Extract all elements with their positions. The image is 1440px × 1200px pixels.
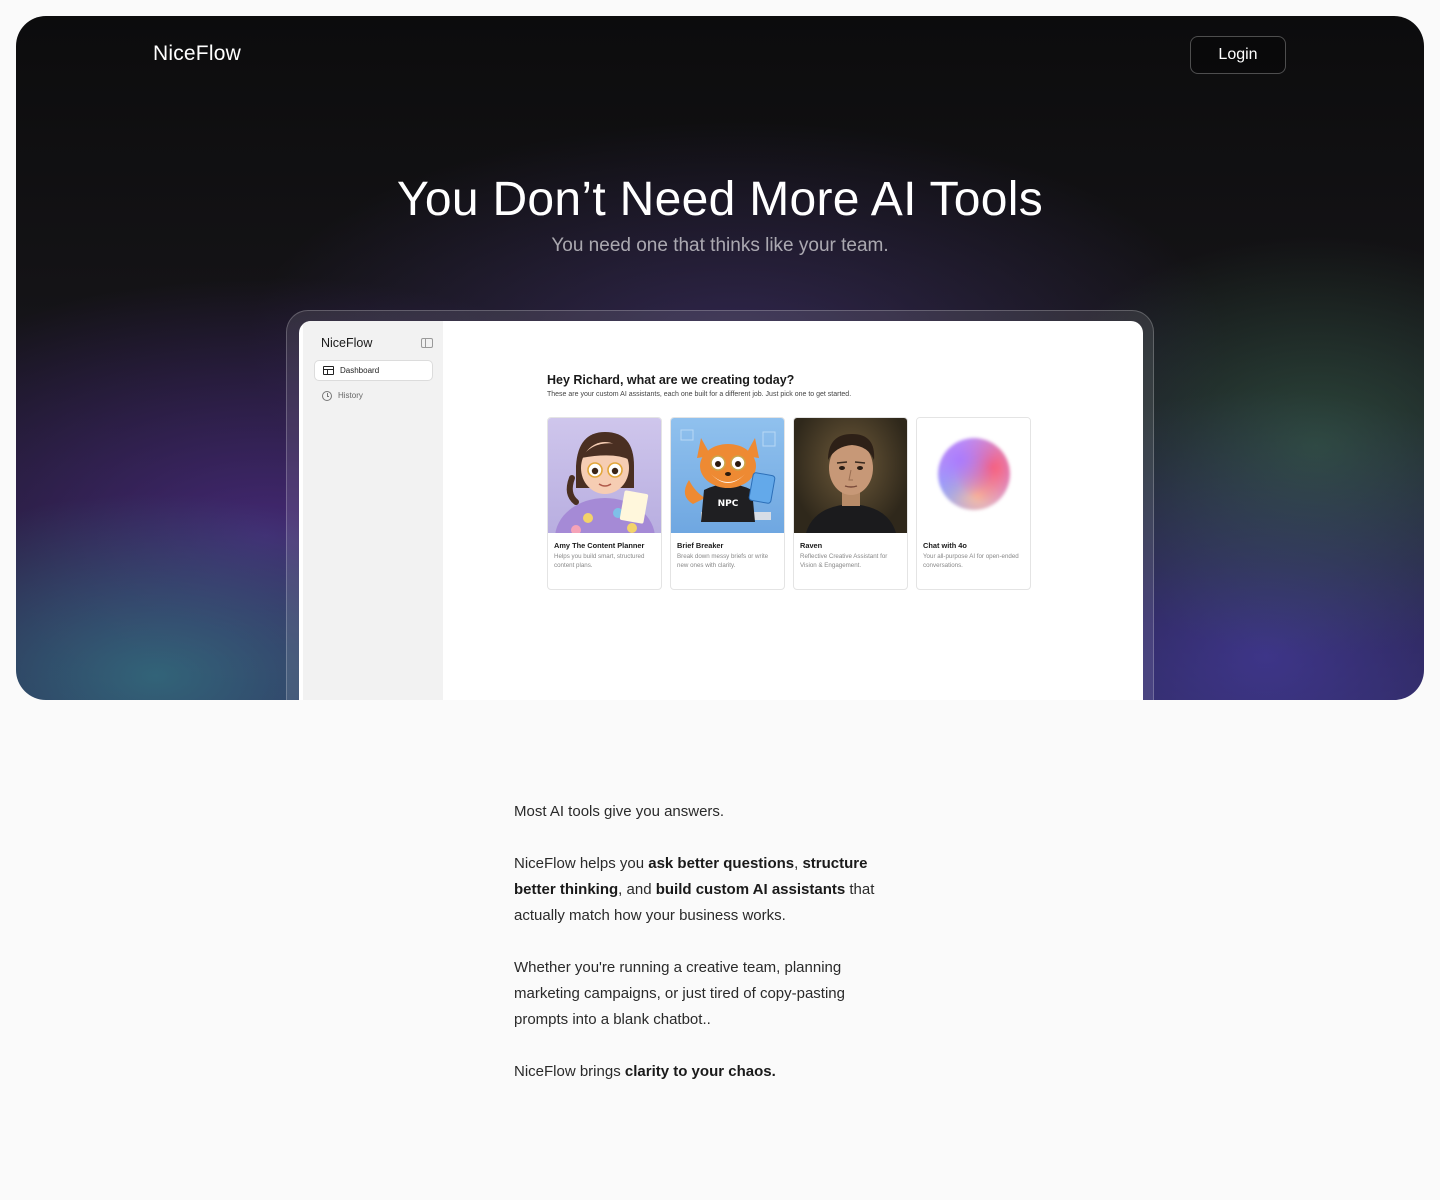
app-preview-screen: NiceFlow Dashboard History Hey Richard, …	[299, 321, 1143, 700]
login-button[interactable]: Login	[1190, 36, 1286, 74]
greeting-heading: Hey Richard, what are we creating today?	[547, 373, 795, 387]
text-span: NiceFlow helps you	[514, 855, 649, 872]
history-icon	[322, 390, 332, 401]
bold-phrase: build custom AI assistants	[655, 881, 846, 898]
assistant-card-brief-breaker[interactable]: NPC Brief Breaker Break down messy brief…	[670, 417, 785, 590]
text-span: NiceFlow brings	[514, 1063, 625, 1080]
chat-4o-orb-image	[917, 418, 1030, 533]
assistant-cards: Amy The Content Planner Helps you build …	[547, 417, 1031, 590]
preview-sidebar: NiceFlow Dashboard History	[303, 321, 443, 700]
hero-title: You Don’t Need More AI Tools	[396, 173, 1044, 226]
dashboard-icon	[323, 366, 334, 375]
brief-breaker-avatar-image: NPC	[671, 418, 784, 533]
intro-paragraph-2: NiceFlow helps you ask better questions,…	[514, 851, 894, 929]
raven-avatar-image	[794, 418, 907, 533]
assistant-name: Raven	[800, 541, 823, 550]
bold-phrase: clarity to your chaos.	[624, 1063, 776, 1080]
intro-paragraph-4: NiceFlow brings clarity to your chaos.	[514, 1059, 894, 1085]
sidebar-item-dashboard[interactable]: Dashboard	[314, 360, 433, 381]
sidebar-item-label: Dashboard	[340, 366, 380, 375]
assistant-description: Helps you build smart, structured conten…	[554, 553, 645, 569]
assistant-description: Reflective Creative Assistant for Vision…	[800, 553, 888, 569]
sidebar-toggle-icon[interactable]	[421, 338, 433, 348]
amy-avatar-image	[548, 418, 661, 533]
assistant-name: Brief Breaker	[677, 541, 724, 550]
assistant-name: Amy The Content Planner	[554, 541, 645, 550]
sidebar-item-history[interactable]: History	[314, 385, 433, 406]
intro-paragraph-1: Most AI tools give you answers.	[514, 803, 725, 820]
assistant-card-raven[interactable]: Raven Reflective Creative Assistant for …	[793, 417, 908, 590]
preview-main: Hey Richard, what are we creating today?…	[443, 321, 1143, 700]
assistant-description: Your all-purpose AI for open-ended conve…	[923, 553, 1019, 569]
greeting-subtext: These are your custom AI assistants, eac…	[547, 391, 852, 398]
assistant-name: Chat with 4o	[923, 541, 967, 550]
intro-copy: Most AI tools give you answers. NiceFlow…	[514, 799, 894, 1111]
assistant-description: Break down messy briefs or write new one…	[677, 553, 769, 569]
hero-subtitle: You need one that thinks like your team.	[551, 235, 889, 256]
assistant-card-chat-4o[interactable]: Chat with 4o Your all-purpose AI for ope…	[916, 417, 1031, 590]
bold-phrase: ask better questions	[648, 855, 795, 872]
gradient-orb-icon	[938, 438, 1010, 510]
text-span: , and	[618, 881, 656, 898]
brand-logo[interactable]: NiceFlow	[153, 42, 241, 66]
sidebar-item-label: History	[338, 391, 363, 400]
preview-brand: NiceFlow	[321, 336, 373, 350]
assistant-card-amy[interactable]: Amy The Content Planner Helps you build …	[547, 417, 662, 590]
npc-shirt-text: NPC	[718, 499, 739, 509]
hero-section: NiceFlow Login You Don’t Need More AI To…	[16, 16, 1424, 700]
app-preview-frame: NiceFlow Dashboard History Hey Richard, …	[286, 310, 1154, 700]
intro-paragraph-3: Whether you're running a creative team, …	[514, 959, 845, 1028]
